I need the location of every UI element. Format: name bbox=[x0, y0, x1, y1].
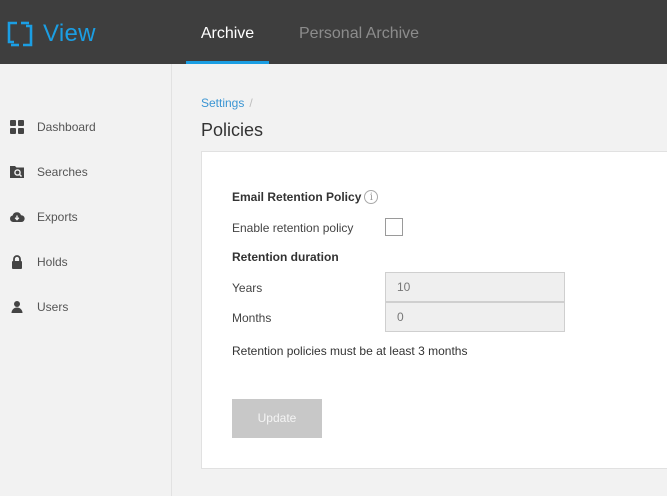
sidebar-item-exports[interactable]: Exports bbox=[0, 197, 171, 237]
main-content: Settings / Policies Email Retention Polic… bbox=[172, 64, 667, 496]
months-input[interactable]: 0 bbox=[385, 302, 565, 332]
tab-personal-archive[interactable]: Personal Archive bbox=[299, 0, 419, 64]
section-title-text: Email Retention Policy bbox=[232, 190, 362, 204]
app-name: View bbox=[43, 20, 96, 47]
searches-icon bbox=[9, 164, 25, 180]
sidebar-item-dashboard[interactable]: Dashboard bbox=[0, 107, 171, 147]
dashboard-icon bbox=[9, 119, 25, 135]
section-title: Email Retention Policy i bbox=[232, 190, 379, 204]
page-title: Policies bbox=[201, 120, 264, 140]
tab-archive[interactable]: Archive bbox=[186, 0, 269, 64]
retention-policy-card: Email Retention Policy i Enable retentio… bbox=[201, 151, 667, 469]
lock-icon bbox=[9, 254, 25, 270]
update-button[interactable]: Update bbox=[232, 399, 322, 438]
info-icon[interactable]: i bbox=[364, 190, 379, 204]
years-input[interactable]: 10 bbox=[385, 272, 565, 302]
sidebar-item-searches[interactable]: Searches bbox=[0, 152, 171, 192]
sidebar-item-users[interactable]: Users bbox=[0, 287, 171, 327]
breadcrumb-settings-link[interactable]: Settings bbox=[201, 96, 244, 110]
sidebar: Dashboard Searches Exports Holds Users bbox=[0, 64, 172, 496]
user-icon bbox=[9, 299, 25, 315]
cloud-download-icon bbox=[9, 209, 25, 225]
sidebar-item-label: Users bbox=[37, 300, 69, 314]
enable-retention-label: Enable retention policy bbox=[232, 221, 354, 235]
logo-mark-icon bbox=[7, 21, 33, 47]
months-label: Months bbox=[232, 311, 272, 325]
app-logo[interactable]: View bbox=[6, 20, 96, 48]
breadcrumb: Settings / bbox=[201, 96, 253, 110]
retention-duration-heading: Retention duration bbox=[232, 250, 339, 264]
sidebar-item-label: Dashboard bbox=[37, 120, 96, 134]
sidebar-item-holds[interactable]: Holds bbox=[0, 242, 171, 282]
years-label: Years bbox=[232, 281, 263, 295]
sidebar-item-label: Holds bbox=[37, 255, 68, 269]
retention-note: Retention policies must be at least 3 mo… bbox=[232, 344, 468, 358]
sidebar-item-label: Exports bbox=[37, 210, 78, 224]
breadcrumb-separator: / bbox=[249, 96, 253, 110]
top-navigation-bar: View Archive Personal Archive bbox=[0, 0, 667, 64]
enable-retention-checkbox[interactable] bbox=[385, 218, 403, 236]
sidebar-item-label: Searches bbox=[37, 165, 88, 179]
